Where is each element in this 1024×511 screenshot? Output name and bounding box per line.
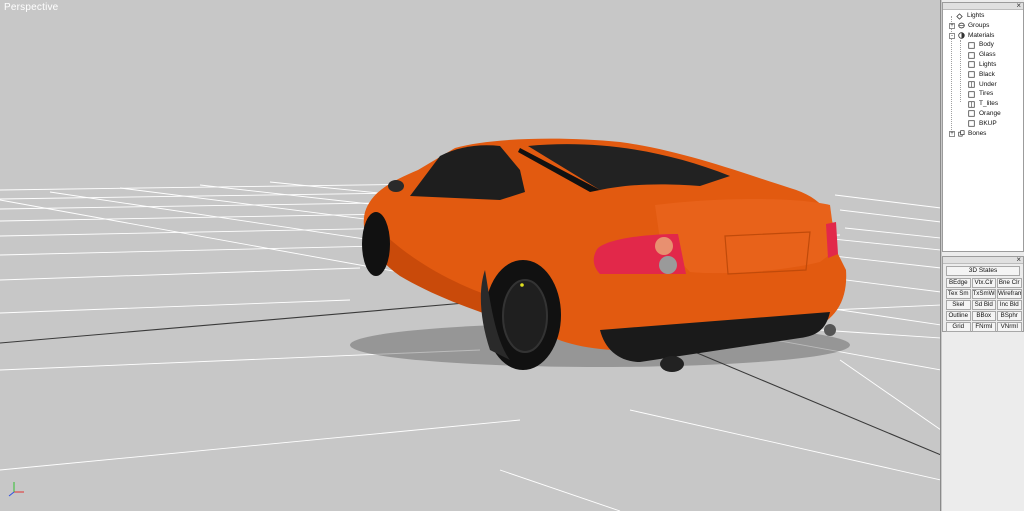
- toggle-grid-button[interactable]: Grid: [946, 322, 971, 332]
- scene-tree-panel-header: ×: [943, 1, 1023, 11]
- 3d-states-title-button[interactable]: 3D States: [946, 266, 1020, 276]
- tree-item-materials[interactable]: - Materials: [943, 31, 1023, 41]
- toggle-vertex-color-button[interactable]: Vtx.Clr: [971, 278, 996, 288]
- bones-icon: [958, 130, 965, 137]
- material-icon: [968, 51, 975, 59]
- toggle-face-normals-button[interactable]: FNrml: [971, 322, 996, 332]
- toggle-bbox-button[interactable]: BBox: [971, 311, 996, 321]
- expand-icon[interactable]: +: [949, 22, 955, 29]
- tree-item-material[interactable]: Body: [943, 40, 1023, 50]
- axis-gizmo-icon: [8, 482, 24, 497]
- tree-item-material[interactable]: Tires: [943, 89, 1023, 99]
- materials-icon: [958, 32, 965, 39]
- toggle-bsphere-button[interactable]: BSphr: [997, 311, 1022, 321]
- tree-item-bones[interactable]: + Bones: [943, 129, 1023, 139]
- material-icon: [968, 120, 975, 127]
- 3d-states-panel-header: ×: [943, 255, 1023, 265]
- toggle-vertex-normals-button[interactable]: VNrml: [997, 322, 1022, 332]
- tree-item-material[interactable]: Lights: [943, 60, 1023, 70]
- toggle-sd-bld-button[interactable]: Sd Bld: [971, 300, 996, 310]
- light-icon: [956, 12, 963, 20]
- tree-item-material[interactable]: T_lites: [943, 99, 1023, 109]
- toggle-inc-bld-button[interactable]: Inc Bld: [997, 300, 1022, 310]
- material-icon: [968, 110, 975, 118]
- toggle-tex-smooth-button[interactable]: Tex Sm: [946, 289, 971, 299]
- right-sidebar: × Lights + Groups - Materials Body Glass…: [942, 0, 1024, 511]
- material-icon: [968, 42, 975, 49]
- material-icon: [968, 91, 975, 98]
- toggle-outline-button[interactable]: Outline: [946, 311, 971, 321]
- tree-item-material[interactable]: BKUP: [943, 119, 1023, 129]
- toggle-wireframe-button[interactable]: Wireframe: [997, 289, 1022, 299]
- toggle-bone-color-button[interactable]: Bne Clr: [997, 278, 1022, 288]
- groups-icon: [958, 22, 965, 29]
- material-icon: [968, 81, 975, 88]
- close-icon[interactable]: ×: [1016, 1, 1021, 11]
- scene-tree-panel: × Lights + Groups - Materials Body Glass…: [942, 1, 1024, 252]
- tree-item-lights[interactable]: Lights: [943, 11, 1023, 21]
- material-icon: [968, 71, 975, 78]
- car-model: [350, 138, 850, 372]
- tree-item-groups[interactable]: + Groups: [943, 21, 1023, 31]
- tree-item-material[interactable]: Orange: [943, 109, 1023, 119]
- toggle-skeleton-button[interactable]: Skel: [946, 300, 971, 310]
- material-icon: [968, 61, 975, 69]
- toggle-tex-smooth-wire-button[interactable]: TxSmWr: [971, 289, 996, 299]
- tree-item-material[interactable]: Black: [943, 70, 1023, 80]
- viewport-label: Perspective: [4, 2, 59, 13]
- 3d-states-button-grid: BEdge Vtx.Clr Bne Clr Tex Sm TxSmWr Wire…: [946, 278, 1022, 332]
- scene-tree[interactable]: Lights + Groups - Materials Body Glass L…: [943, 11, 1023, 249]
- viewport-scene[interactable]: [0, 0, 941, 511]
- tree-item-material[interactable]: Under: [943, 80, 1023, 90]
- material-icon: [968, 100, 975, 108]
- collapse-icon[interactable]: -: [949, 32, 955, 39]
- close-icon[interactable]: ×: [1016, 255, 1021, 265]
- toggle-bedge-button[interactable]: BEdge: [946, 278, 971, 288]
- 3d-viewport[interactable]: Perspective: [0, 0, 941, 511]
- 3d-states-panel: × 3D States BEdge Vtx.Clr Bne Clr Tex Sm…: [942, 255, 1024, 332]
- expand-icon[interactable]: +: [949, 130, 955, 137]
- tree-item-material[interactable]: Glass: [943, 50, 1023, 60]
- app-window: Perspective × Lights + Groups - Material…: [0, 0, 1024, 511]
